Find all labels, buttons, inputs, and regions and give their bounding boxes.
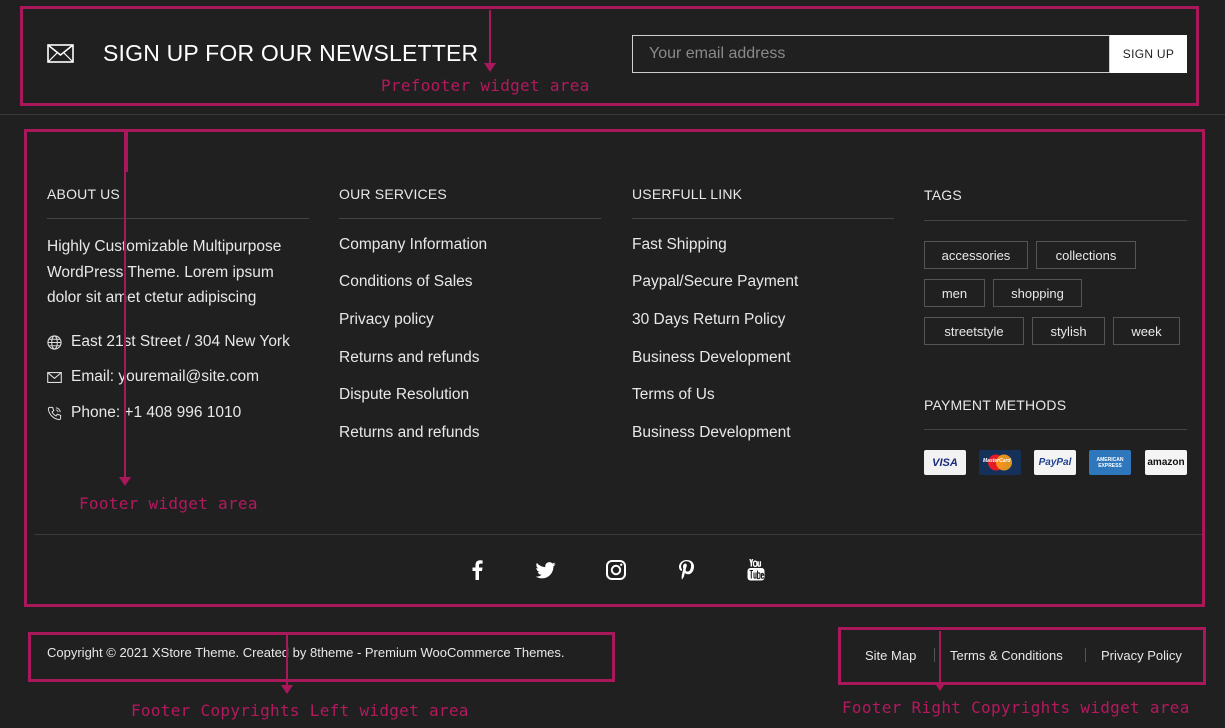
twitter-icon[interactable] (535, 559, 557, 581)
services-heading: OUR SERVICES (339, 186, 447, 202)
mastercard-icon: MasterCard (979, 450, 1021, 475)
tag-collections[interactable]: collections (1036, 241, 1136, 269)
payment-heading: PAYMENT METHODS (924, 397, 1067, 413)
american-express-icon: AMERICAN EXPRESS (1089, 450, 1131, 475)
contact-email-text: Email: youremail@site.com (71, 368, 260, 385)
annotation-copyrights-left: Footer Copyrights Left widget area (131, 701, 469, 720)
footer-link-separator (934, 648, 935, 662)
useful-link-business-development-2[interactable]: Business Development (632, 424, 791, 442)
useful-link-30-days-return-policy[interactable]: 30 Days Return Policy (632, 311, 785, 329)
footer-social-divider (34, 534, 1202, 535)
paypal-label: PayPal (1038, 457, 1072, 468)
envelope-icon (47, 44, 74, 68)
phone-icon (47, 406, 62, 420)
useful-link-business-development[interactable]: Business Development (632, 349, 791, 367)
newsletter-title: SIGN UP FOR OUR NEWSLETTER (103, 40, 479, 66)
footer-link-separator (1085, 648, 1086, 662)
american-express-label: AMERICAN EXPRESS (1096, 456, 1124, 469)
visa-icon: VISA (924, 450, 966, 475)
tag-streetstyle[interactable]: streetstyle (924, 317, 1024, 345)
amazon-icon: amazon (1145, 450, 1187, 475)
globe-icon (47, 334, 62, 350)
services-link-privacy-policy[interactable]: Privacy policy (339, 311, 434, 329)
youtube-icon[interactable] (745, 559, 767, 581)
tags-heading-line (924, 220, 1187, 221)
services-heading-line (339, 218, 601, 219)
footer-link-site-map[interactable]: Site Map (865, 648, 916, 663)
contact-address-text: East 21st Street / 304 New York (71, 333, 290, 350)
services-link-returns-and-refunds-2[interactable]: Returns and refunds (339, 424, 479, 442)
tags-heading: TAGS (924, 187, 962, 203)
envelope-icon (47, 371, 62, 383)
about-heading: ABOUT US (47, 186, 120, 202)
annotation-arrow-footer-stem (126, 132, 128, 172)
useful-link-terms-of-us[interactable]: Terms of Us (632, 386, 715, 404)
prefooter-divider (0, 114, 1225, 115)
newsletter-email-input[interactable] (632, 35, 1110, 73)
about-text: Highly Customizable Multipurpose WordPre… (47, 238, 282, 306)
annotation-arrow-prefooter (484, 10, 496, 72)
footer-link-terms-conditions[interactable]: Terms & Conditions (950, 648, 1063, 663)
newsletter-signup-button[interactable]: SIGN UP (1110, 35, 1187, 73)
contact-phone-text: Phone: +1 408 996 1010 (71, 404, 242, 421)
services-link-returns-and-refunds[interactable]: Returns and refunds (339, 349, 479, 367)
tag-stylish[interactable]: stylish (1032, 317, 1105, 345)
annotation-arrow-copyrights-right (934, 631, 946, 691)
services-link-dispute-resolution[interactable]: Dispute Resolution (339, 386, 469, 404)
annotation-footer: Footer widget area (79, 494, 258, 513)
useful-link-paypal-secure-payment[interactable]: Paypal/Secure Payment (632, 273, 798, 291)
pinterest-icon[interactable] (675, 559, 697, 581)
visa-label: VISA (932, 456, 958, 469)
mastercard-label: MasterCard (983, 458, 1011, 464)
instagram-icon[interactable] (605, 559, 627, 581)
footer-link-privacy-policy[interactable]: Privacy Policy (1101, 648, 1182, 663)
tag-men[interactable]: men (924, 279, 985, 307)
useful-link-fast-shipping[interactable]: Fast Shipping (632, 236, 727, 254)
annotation-arrow-copyrights-left (281, 634, 293, 694)
services-link-conditions-of-sales[interactable]: Conditions of Sales (339, 273, 473, 291)
tag-accessories[interactable]: accessories (924, 241, 1028, 269)
paypal-icon: PayPal (1034, 450, 1076, 475)
annotation-arrow-footer (119, 132, 131, 486)
contact-address: East 21st Street / 304 New York (47, 333, 290, 351)
payment-heading-line (924, 429, 1187, 430)
facebook-icon[interactable] (466, 559, 488, 581)
annotation-prefooter: Prefooter widget area (381, 76, 590, 95)
about-heading-line (47, 218, 309, 219)
contact-phone: Phone: +1 408 996 1010 (47, 404, 241, 422)
services-link-company-information[interactable]: Company Information (339, 236, 487, 254)
amazon-label: amazon (1147, 457, 1185, 468)
copyright-text: Copyright © 2021 XStore Theme. Created b… (47, 645, 565, 660)
contact-email: Email: youremail@site.com (47, 368, 259, 386)
useful-heading: USERFULL LINK (632, 186, 743, 202)
tag-shopping[interactable]: shopping (993, 279, 1082, 307)
useful-heading-line (632, 218, 894, 219)
annotation-copyrights-right: Footer Right Copyrights widget area (842, 698, 1190, 717)
tag-week[interactable]: week (1113, 317, 1180, 345)
